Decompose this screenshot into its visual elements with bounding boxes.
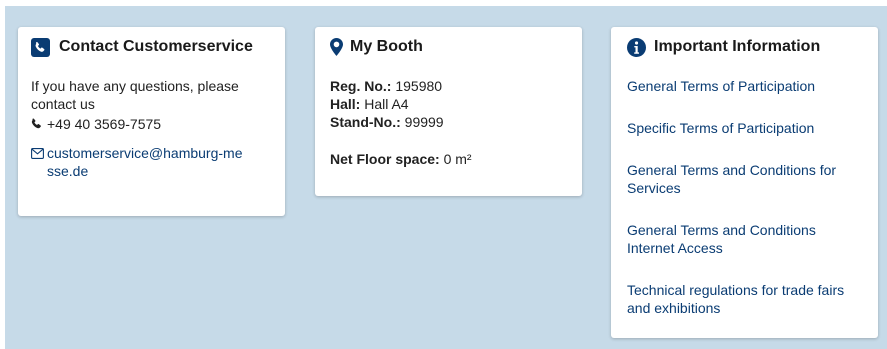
contact-intro-text: If you have any questions, please contac… <box>31 78 239 112</box>
contact-phone-row: +49 40 3569-7575 <box>31 115 272 133</box>
booth-hall-row: Hall: Hall A4 <box>330 95 567 113</box>
contact-card: Contact Customerservice If you have any … <box>18 27 285 216</box>
link-general-terms-participation[interactable]: General Terms of Participation <box>627 77 852 95</box>
booth-floor-value: 0 m² <box>443 151 472 167</box>
information-links: General Terms of Participation Specific … <box>627 77 862 317</box>
booth-card-title: My Booth <box>350 38 423 55</box>
booth-hall-value: Hall A4 <box>364 96 409 112</box>
phone-square-icon <box>31 37 50 57</box>
link-technical-regulations[interactable]: Technical regulations for trade fairs an… <box>627 281 852 317</box>
booth-card: My Booth Reg. No.: 195980 Hall: Hall A4 … <box>315 27 582 196</box>
information-card: Important Information General Terms of P… <box>611 27 878 338</box>
booth-card-header: My Booth <box>330 37 567 57</box>
information-card-title: Important Information <box>654 38 821 55</box>
contact-card-header: Contact Customerservice <box>31 37 272 57</box>
contact-email-link[interactable]: customerservice@hamburg-messe.de <box>47 144 247 180</box>
contact-phone-number: +49 40 3569-7575 <box>47 116 162 132</box>
envelope-icon <box>31 148 44 159</box>
map-marker-icon <box>330 38 343 56</box>
booth-reg-value: 195980 <box>395 78 443 94</box>
booth-reg-row: Reg. No.: 195980 <box>330 77 567 95</box>
booth-floor-row: Net Floor space: 0 m² <box>330 150 567 168</box>
booth-stand-row: Stand-No.: 99999 <box>330 113 567 131</box>
information-card-header: Important Information <box>627 37 862 57</box>
booth-reg-label: Reg. No.: <box>330 78 392 94</box>
booth-floor-label: Net Floor space: <box>330 151 440 167</box>
contact-email-row: customerservice@hamburg-messe.de <box>31 144 272 180</box>
link-terms-conditions-services[interactable]: General Terms and Conditions for Service… <box>627 161 852 197</box>
phone-icon <box>31 118 43 130</box>
info-circle-icon <box>627 37 646 57</box>
link-terms-conditions-internet[interactable]: General Terms and Conditions Internet Ac… <box>627 221 832 257</box>
booth-stand-label: Stand-No.: <box>330 114 401 130</box>
link-specific-terms-participation[interactable]: Specific Terms of Participation <box>627 119 852 137</box>
booth-stand-value: 99999 <box>404 114 444 130</box>
booth-hall-label: Hall: <box>330 96 361 112</box>
contact-card-title: Contact Customerservice <box>59 38 253 55</box>
